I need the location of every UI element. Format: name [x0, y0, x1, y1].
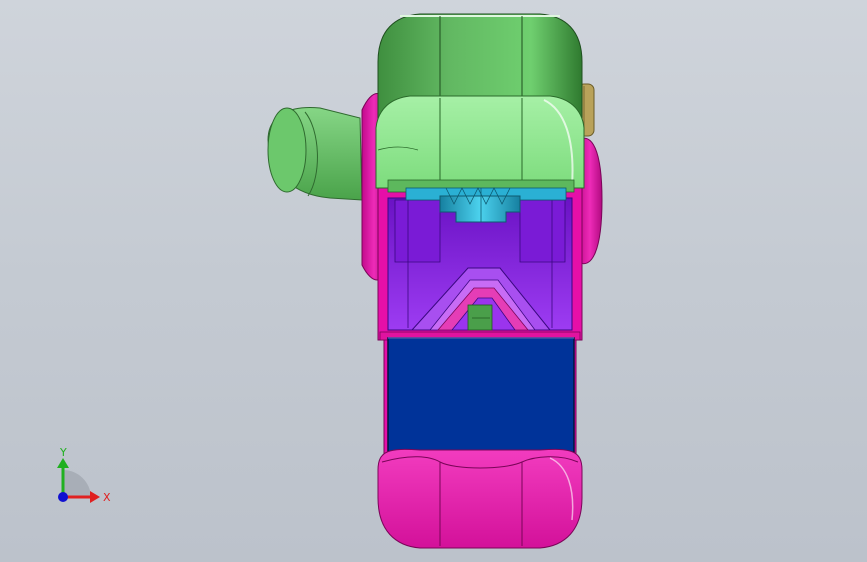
y-axis-label: Y	[59, 446, 67, 459]
cad-viewport[interactable]: Y X	[0, 0, 867, 562]
hose-part[interactable]	[267, 106, 363, 201]
y-axis-arrowhead	[57, 458, 69, 468]
x-axis-label: X	[103, 491, 111, 504]
x-axis-arrowhead	[90, 491, 100, 503]
bottom-cap[interactable]	[377, 448, 583, 549]
z-axis-dot	[58, 492, 68, 502]
coordinate-triad: Y X	[57, 446, 111, 504]
blue-panel[interactable]	[379, 331, 581, 453]
inner-green-block[interactable]	[467, 304, 493, 331]
top-housing[interactable]	[375, 13, 585, 193]
triad-arc	[63, 470, 91, 497]
